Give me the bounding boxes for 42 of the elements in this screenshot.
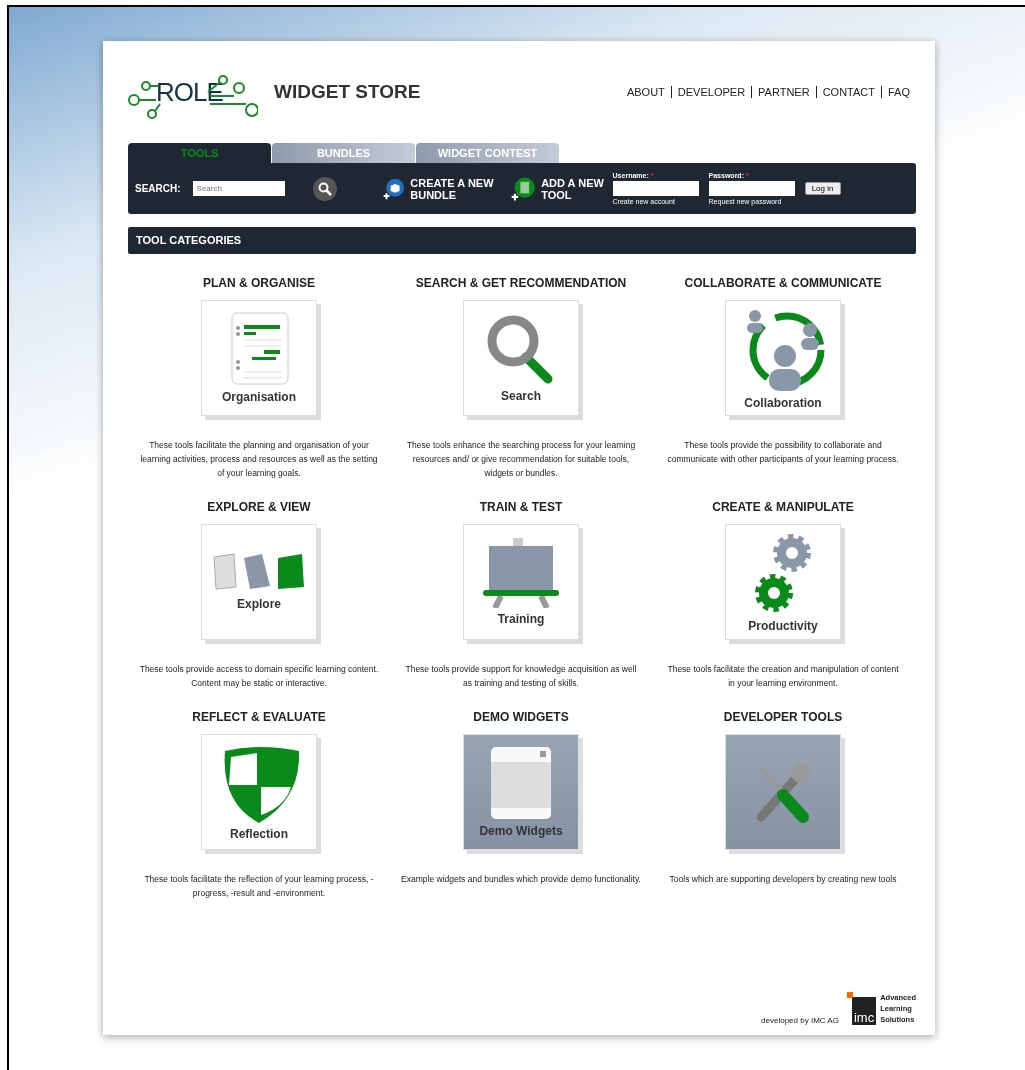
category-title: DEVELOPER TOOLS (723, 710, 843, 726)
login-button[interactable]: Log in (804, 182, 841, 195)
category-title: SEARCH & GET RECOMMENDATION (415, 276, 627, 292)
category-title: TRAIN & TEST (479, 500, 563, 516)
imc-logo: imc (846, 992, 877, 1025)
site-title: WIDGET STORE (274, 81, 421, 103)
action-link[interactable]: ADD A NEW TOOL (510, 171, 611, 206)
action-link[interactable]: CREATE A NEW BUNDLE (382, 171, 495, 206)
category-title: REFLECT & EVALUATE (192, 710, 326, 726)
widget-window-icon (490, 746, 552, 820)
category-title: COLLABORATE & COMMUNICATE (684, 276, 882, 292)
category-description: These tools provide access to domain specific learning content. Content may be static or interactive. (139, 663, 379, 690)
nav-link[interactable]: DEVELOPER (670, 86, 752, 98)
username-field[interactable] (612, 181, 699, 196)
category-description: These tools enhance the searching process for your learning resources and/ or give recommendation for suitable tools, widgets or bundles. (405, 439, 637, 480)
document-list-icon (228, 312, 290, 386)
search-label: SEARCH: (135, 183, 181, 194)
category-title: DEMO WIDGETS (473, 710, 569, 726)
category-description: These tools facilitate the reflection of your learning process, -progress, -result and -environment. (143, 873, 375, 900)
category-description: These tools facilitate the creation and manipulation of content in your learning environment. (666, 663, 900, 690)
role-logo[interactable]: ROLE (128, 62, 258, 122)
nav-link[interactable]: FAQ (881, 86, 916, 98)
category-description: These tools provide support for knowledge acquisition as well as training and testing of skills. (404, 663, 638, 690)
search-button[interactable] (312, 176, 337, 201)
password-field[interactable] (708, 181, 795, 196)
section-header: TOOL CATEGORIES (128, 227, 916, 254)
gears-icon (752, 531, 814, 615)
category-description: Example widgets and bundles which provide demo functionality. (401, 873, 641, 886)
nav-link[interactable]: PARTNER (751, 86, 816, 98)
category-title: CREATE & MANIPULATE (712, 500, 854, 516)
category-title: PLAN & ORGANISE (203, 276, 315, 292)
easel-icon (483, 538, 559, 608)
category-title: EXPLORE & VIEW (207, 500, 311, 516)
folders-icon (212, 553, 306, 593)
search-field[interactable]: Search (192, 181, 285, 196)
nav-link[interactable]: CONTACT (815, 86, 881, 98)
category-description: Tools which are supporting developers by creating new tools (668, 873, 898, 886)
credit-text: developed by IMC AG (761, 1016, 839, 1025)
nav-link[interactable]: ABOUT (620, 86, 671, 98)
search-icon (317, 181, 332, 196)
category-description: These tools provide the possibility to collaborate and communicate with other participants of your learning process. (666, 439, 900, 466)
category-description: These tools facilitate the planning and organisation of your learning activities, process and resources as well as the setting of your learning goals. (139, 439, 379, 480)
